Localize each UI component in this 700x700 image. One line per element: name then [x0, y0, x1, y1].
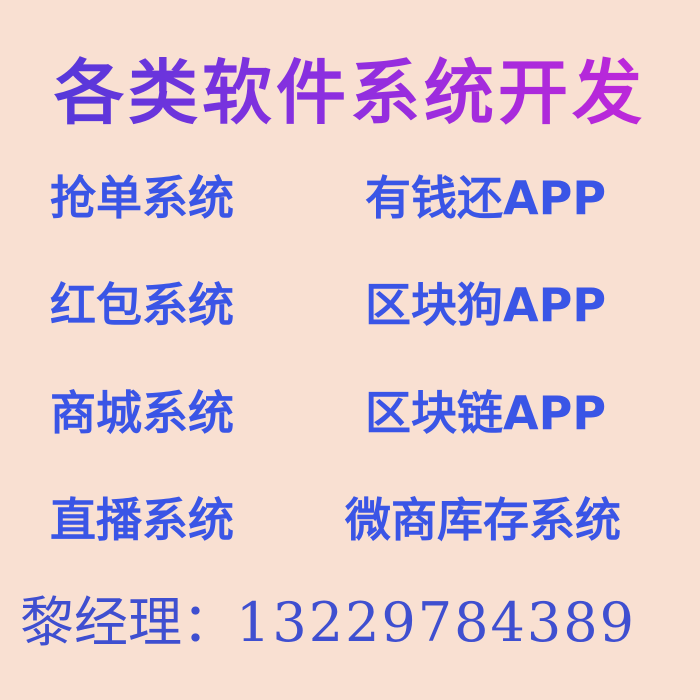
service-item-mall-system: 商城系统: [50, 386, 234, 440]
service-item-grab-order-system: 抢单系统: [50, 171, 234, 225]
headline: 各类软件系统开发: [0, 50, 700, 136]
service-item-red-packet-system: 红包系统: [50, 278, 234, 332]
service-item-youqianhuan-app: 有钱还APP: [365, 171, 607, 225]
service-item-wechat-inventory-system: 微商库存系统: [345, 493, 621, 547]
contact-phone-number: 13229784389: [236, 591, 636, 654]
contact-name-label: 黎经理：: [20, 591, 236, 654]
contact-line: 黎经理：13229784389: [20, 588, 636, 658]
service-item-blockchain-dog-app: 区块狗APP: [365, 278, 607, 332]
service-item-live-stream-system: 直播系统: [50, 493, 234, 547]
advertisement-poster: 各类软件系统开发 抢单系统 有钱还APP 红包系统 区块狗APP 商城系统 区块…: [0, 0, 700, 700]
service-item-blockchain-app: 区块链APP: [365, 386, 607, 440]
